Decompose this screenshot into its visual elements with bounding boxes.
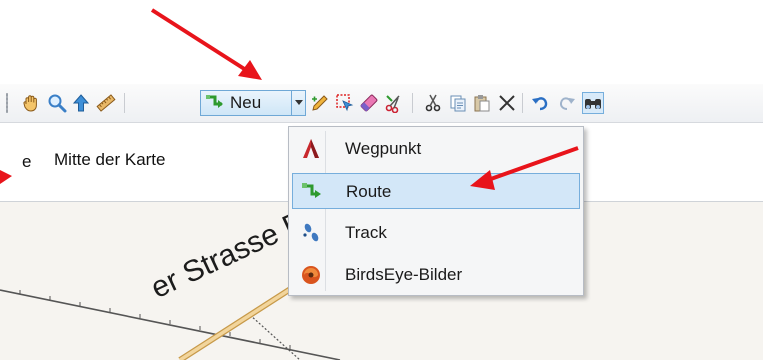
zoom-icon[interactable]: [46, 92, 68, 114]
toolbar-separator: [522, 93, 523, 113]
cut-icon[interactable]: [422, 92, 444, 114]
menu-item-label: Wegpunkt: [345, 139, 422, 158]
app-window: Neu e Mitte der Karte er Strasse Bod Weg…: [0, 0, 763, 360]
edit-pencil-icon[interactable]: [309, 92, 331, 114]
paste-icon[interactable]: [471, 92, 493, 114]
pointer-arrow-icon[interactable]: [70, 92, 92, 114]
chevron-down-icon: [294, 100, 303, 105]
binoculars-icon[interactable]: [582, 92, 604, 114]
copy-icon[interactable]: [447, 92, 469, 114]
scissors-split-icon[interactable]: [383, 92, 405, 114]
menu-item-label: BirdsEye-Bilder: [345, 265, 463, 284]
toolbar-grip[interactable]: [6, 93, 8, 113]
eraser-icon[interactable]: [358, 92, 380, 114]
new-dropdown-menu: Wegpunkt Route Track BirdsEye-Bilder: [288, 126, 584, 296]
menu-item-label: Track: [345, 223, 387, 242]
route-icon: [206, 95, 223, 108]
toolbar: Neu: [0, 84, 763, 123]
route-icon: [302, 183, 321, 198]
annotation-arrow: [150, 8, 262, 80]
track-footsteps-icon: [303, 223, 319, 242]
menu-item-wegpunkt[interactable]: Wegpunkt: [292, 131, 580, 167]
menu-item-route[interactable]: Route: [292, 173, 580, 209]
location-label: e: [22, 152, 32, 171]
ruler-icon[interactable]: [95, 92, 117, 114]
delete-icon[interactable]: [496, 92, 518, 114]
redo-icon[interactable]: [555, 92, 577, 114]
new-button[interactable]: Neu: [200, 90, 292, 116]
menu-item-label: Route: [346, 182, 392, 201]
menu-item-track[interactable]: Track: [292, 215, 580, 251]
hand-icon[interactable]: [20, 92, 42, 114]
waypoint-icon: [303, 139, 319, 158]
birdseye-icon: [302, 266, 320, 284]
select-region-icon[interactable]: [334, 92, 356, 114]
toolbar-separator: [124, 93, 125, 113]
new-dropdown-toggle[interactable]: [292, 90, 306, 116]
new-button-label: Neu: [230, 93, 262, 112]
menu-item-birdseye[interactable]: BirdsEye-Bilder: [292, 257, 580, 293]
toolbar-separator: [412, 93, 413, 113]
undo-icon[interactable]: [530, 92, 552, 114]
